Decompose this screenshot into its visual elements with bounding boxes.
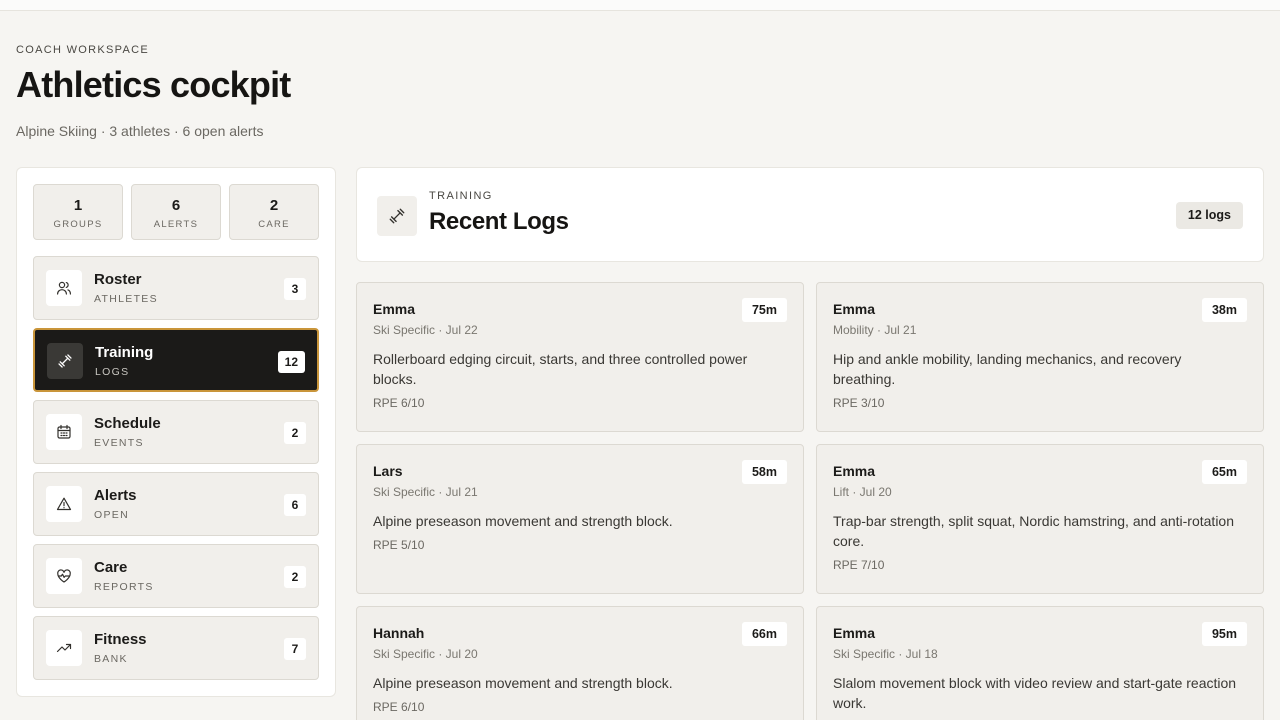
log-duration-badge: 65m bbox=[1201, 460, 1247, 484]
sidebar-item-count: 12 bbox=[277, 351, 305, 373]
alert-triangle-icon bbox=[46, 486, 82, 522]
stat-value: 1 bbox=[73, 197, 83, 214]
logs-count-badge: 12 logs bbox=[1175, 202, 1243, 229]
sidebar-item-count: 3 bbox=[284, 278, 306, 300]
sidebar-item-sublabel: EVENTS bbox=[94, 437, 144, 449]
log-meta: Ski Specific · Jul 21 bbox=[373, 485, 478, 499]
sidebar-nav: Roster ATHLETES 3 Training LOGS 12 Sched… bbox=[33, 256, 319, 688]
heart-pulse-icon bbox=[46, 558, 82, 594]
log-card[interactable]: Emma Ski Specific · Jul 22 Rollerboard e… bbox=[356, 282, 804, 432]
sidebar-item-label: Training bbox=[95, 344, 154, 361]
stat-alerts: 6 ALERTS bbox=[131, 184, 221, 240]
dumbbell-icon bbox=[47, 343, 83, 379]
log-rpe: RPE 3/10 bbox=[833, 396, 885, 410]
log-athlete: Hannah bbox=[373, 625, 425, 641]
log-description: Trap-bar strength, split squat, Nordic h… bbox=[833, 513, 1235, 549]
log-rpe: RPE 6/10 bbox=[373, 396, 425, 410]
log-rpe: RPE 6/10 bbox=[373, 700, 425, 714]
stat-value: 6 bbox=[171, 197, 181, 214]
sidebar: 1 GROUPS 6 ALERTS 2 CARE Roster ATHLETES… bbox=[16, 167, 336, 697]
stat-care: 2 CARE bbox=[229, 184, 319, 240]
sidebar-item-count: 7 bbox=[284, 638, 306, 660]
sidebar-item-sublabel: BANK bbox=[94, 653, 128, 665]
sidebar-item-label: Alerts bbox=[94, 487, 137, 504]
log-athlete: Emma bbox=[833, 463, 876, 479]
sidebar-item-sublabel: ATHLETES bbox=[94, 293, 158, 305]
sidebar-item-label: Roster bbox=[94, 271, 142, 288]
section-kicker: TRAINING bbox=[429, 190, 493, 202]
stats-row: 1 GROUPS 6 ALERTS 2 CARE bbox=[33, 184, 319, 240]
log-athlete: Emma bbox=[373, 301, 416, 317]
log-card[interactable]: Emma Ski Specific · Jul 18 Slalom moveme… bbox=[816, 606, 1264, 720]
calendar-icon bbox=[46, 414, 82, 450]
log-card[interactable]: Emma Mobility · Jul 21 Hip and ankle mob… bbox=[816, 282, 1264, 432]
sidebar-item-schedule[interactable]: Schedule EVENTS 2 bbox=[33, 400, 319, 464]
log-description: Rollerboard edging circuit, starts, and … bbox=[373, 351, 748, 387]
sidebar-item-label: Care bbox=[94, 559, 128, 576]
log-duration-badge: 95m bbox=[1201, 622, 1247, 646]
log-athlete: Emma bbox=[833, 301, 876, 317]
log-rpe: RPE 7/10 bbox=[833, 558, 885, 572]
logs-grid: Emma Ski Specific · Jul 22 Rollerboard e… bbox=[356, 282, 1264, 720]
section-title: Recent Logs bbox=[429, 208, 569, 235]
log-meta: Ski Specific · Jul 22 bbox=[373, 323, 478, 337]
log-rpe: RPE 5/10 bbox=[373, 538, 425, 552]
stat-value: 2 bbox=[269, 197, 279, 214]
stat-label: GROUPS bbox=[53, 219, 103, 230]
log-description: Slalom movement block with video review … bbox=[833, 675, 1237, 711]
sidebar-item-label: Fitness bbox=[94, 631, 147, 648]
sidebar-item-fitness[interactable]: Fitness BANK 7 bbox=[33, 616, 319, 680]
log-athlete: Emma bbox=[833, 625, 876, 641]
log-athlete: Lars bbox=[373, 463, 403, 479]
sidebar-item-alerts[interactable]: Alerts OPEN 6 bbox=[33, 472, 319, 536]
users-icon bbox=[46, 270, 82, 306]
sidebar-item-training[interactable]: Training LOGS 12 bbox=[33, 328, 319, 392]
sidebar-item-sublabel: LOGS bbox=[95, 366, 130, 378]
stat-label: ALERTS bbox=[153, 219, 199, 230]
log-card[interactable]: Emma Lift · Jul 20 Trap-bar strength, sp… bbox=[816, 444, 1264, 594]
sidebar-item-sublabel: OPEN bbox=[94, 509, 129, 521]
sidebar-item-label: Schedule bbox=[94, 415, 161, 432]
sidebar-item-count: 2 bbox=[284, 422, 306, 444]
stat-groups: 1 GROUPS bbox=[33, 184, 123, 240]
section-header: TRAINING Recent Logs 12 logs bbox=[356, 167, 1264, 262]
top-bar bbox=[0, 0, 1280, 11]
log-meta: Lift · Jul 20 bbox=[833, 485, 892, 499]
log-meta: Ski Specific · Jul 18 bbox=[833, 647, 938, 661]
log-card[interactable]: Lars Ski Specific · Jul 21 Alpine presea… bbox=[356, 444, 804, 594]
page-eyebrow: COACH WORKSPACE bbox=[16, 44, 149, 56]
log-meta: Mobility · Jul 21 bbox=[833, 323, 917, 337]
sidebar-item-roster[interactable]: Roster ATHLETES 3 bbox=[33, 256, 319, 320]
log-description: Alpine preseason movement and strength b… bbox=[373, 513, 673, 529]
sidebar-item-count: 6 bbox=[284, 494, 306, 516]
log-duration-badge: 58m bbox=[741, 460, 787, 484]
sidebar-item-count: 2 bbox=[284, 566, 306, 588]
sidebar-item-sublabel: REPORTS bbox=[94, 581, 154, 593]
log-meta: Ski Specific · Jul 20 bbox=[373, 647, 478, 661]
log-description: Hip and ankle mobility, landing mechanic… bbox=[833, 351, 1182, 387]
dumbbell-icon bbox=[377, 196, 417, 236]
page-subtitle: Alpine Skiing · 3 athletes · 6 open aler… bbox=[16, 123, 264, 139]
sidebar-item-care[interactable]: Care REPORTS 2 bbox=[33, 544, 319, 608]
log-duration-badge: 75m bbox=[741, 298, 787, 322]
log-duration-badge: 38m bbox=[1201, 298, 1247, 322]
stat-label: CARE bbox=[258, 219, 290, 230]
log-description: Alpine preseason movement and strength b… bbox=[373, 675, 673, 691]
log-duration-badge: 66m bbox=[741, 622, 787, 646]
trending-up-icon bbox=[46, 630, 82, 666]
log-card[interactable]: Hannah Ski Specific · Jul 20 Alpine pres… bbox=[356, 606, 804, 720]
page-title: Athletics cockpit bbox=[16, 64, 291, 105]
